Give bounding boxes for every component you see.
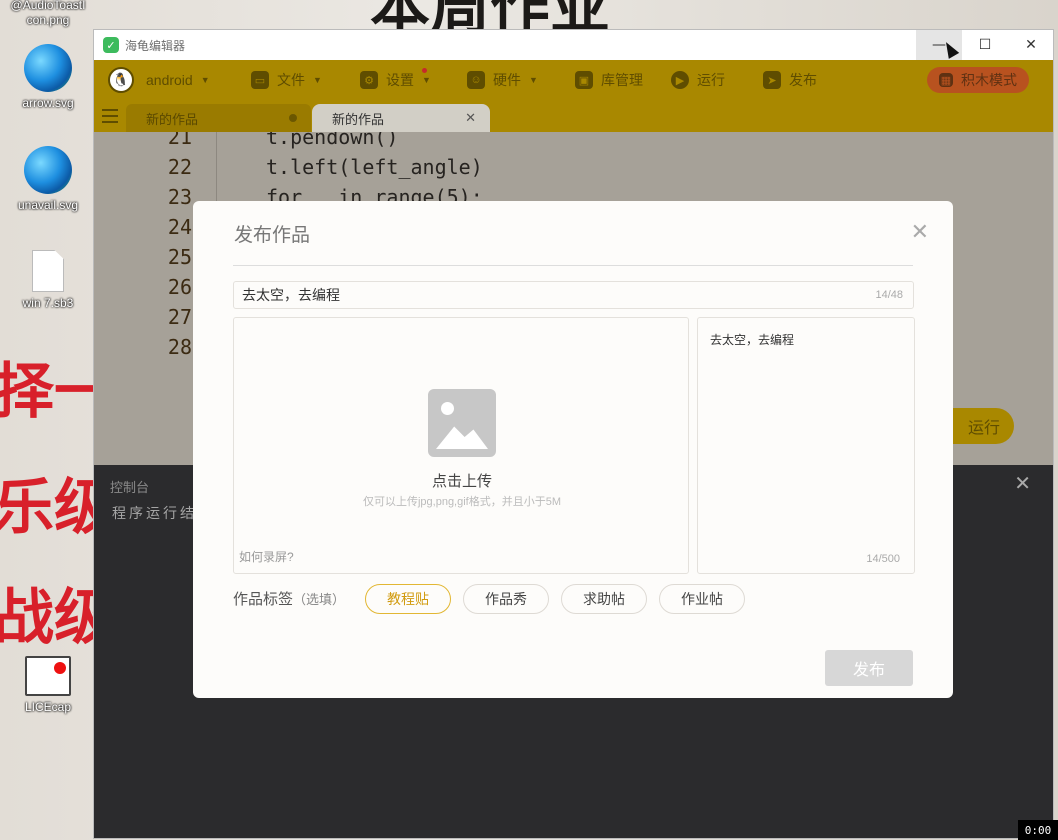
avatar: 🐧 <box>108 67 134 93</box>
robot-icon: ☺ <box>467 71 485 89</box>
settings-menu[interactable]: ⚙ 设置 ▼ <box>360 60 431 100</box>
desktop-icon-licecap[interactable]: LICEcap <box>8 656 88 715</box>
description-value: 去太空，去编程 <box>710 333 795 347</box>
chevron-down-icon: ▼ <box>422 75 431 85</box>
chevron-down-icon: ▼ <box>200 75 210 85</box>
dialog-title: 发布作品 <box>234 225 311 246</box>
hardware-menu-label: 硬件 <box>493 72 521 88</box>
line-number: 24 <box>167 215 192 239</box>
settings-menu-label: 设置 <box>386 72 414 88</box>
title-bar[interactable]: ✓ 海龟编辑器 — ☐ ✕ <box>94 30 1053 60</box>
line-number: 26 <box>167 275 192 299</box>
work-title-value: 去太空，去编程 <box>242 287 340 303</box>
chevron-down-icon: ▼ <box>529 75 538 85</box>
desktop-icon-label: LICEcap <box>24 700 72 714</box>
window-title: 海龟编辑器 <box>125 38 186 53</box>
line-number: 27 <box>167 305 192 329</box>
tag-help[interactable]: 求助帖 <box>561 584 647 614</box>
play-icon: ▶ <box>671 71 689 89</box>
folder-icon: ▭ <box>251 71 269 89</box>
line-number: 22 <box>167 155 192 179</box>
file-icon <box>32 250 64 292</box>
console-output: 程序运行结 <box>112 505 197 521</box>
file-menu-label: 文件 <box>277 72 305 88</box>
tags-label: 作品标签（选填） <box>233 588 345 609</box>
desktop-icon-unavail-svg[interactable]: unavail.svg <box>8 146 88 213</box>
recording-timer: 0:00 <box>1018 820 1058 840</box>
edge-browser-icon <box>24 146 72 194</box>
close-tab-icon[interactable]: ✕ <box>465 110 476 126</box>
tag-homework[interactable]: 作业帖 <box>659 584 745 614</box>
tab-label: 新的作品 <box>146 111 199 127</box>
tags-optional-text: （选填） <box>293 592 346 607</box>
desktop-icon-label: arrow.svg <box>22 96 74 110</box>
licecap-icon <box>25 656 71 696</box>
maximize-button[interactable]: ☐ <box>962 30 1008 60</box>
desktop-icon-win7-sb3[interactable]: win 7.sb3 <box>8 250 88 311</box>
user-menu[interactable]: 🐧 android ▼ <box>108 60 210 100</box>
work-title-input[interactable]: 去太空，去编程 14/48 <box>233 281 914 309</box>
upload-label: 点击上传 <box>431 473 492 490</box>
tab-bar: 新的作品 新的作品 ✕ <box>94 100 1053 132</box>
hamburger-menu-icon[interactable] <box>102 109 118 123</box>
code-line: t.left(left_angle) <box>266 155 483 179</box>
run-label: 运行 <box>697 72 725 88</box>
library-label: 库管理 <box>601 72 643 88</box>
tag-showcase[interactable]: 作品秀 <box>463 584 549 614</box>
publish-dialog: 发布作品 ✕ 去太空，去编程 14/48 点击上传 仅可以上传jpg,png,g… <box>193 201 953 698</box>
line-number: 21 <box>167 132 192 149</box>
description-textarea[interactable]: 去太空，去编程 14/500 <box>697 317 915 574</box>
code-line: t.pendown() <box>266 132 399 149</box>
file-menu[interactable]: ▭ 文件 ▼ <box>251 60 322 100</box>
notification-dot <box>422 68 427 73</box>
package-icon: ▣ <box>575 71 593 89</box>
tags-label-text: 作品标签 <box>233 591 294 608</box>
cover-upload-area[interactable]: 点击上传 仅可以上传jpg,png,gif格式，并且小于5M 如何录屏? <box>233 317 689 574</box>
line-number: 23 <box>167 185 192 209</box>
desktop-icon-label: @AudioToastIcon.png <box>10 0 86 27</box>
image-placeholder-icon <box>428 389 496 457</box>
blocks-icon: ▦ <box>939 73 953 87</box>
block-mode-button[interactable]: ▦ 积木模式 <box>927 67 1029 93</box>
library-button[interactable]: ▣ 库管理 <box>575 60 643 100</box>
desktop-icon-label: win 7.sb3 <box>22 296 74 310</box>
toolbar: 🐧 android ▼ ▭ 文件 ▼ ⚙ 设置 ▼ ☺ 硬件 ▼ ▣ 库管理 ▶… <box>94 60 1053 100</box>
gear-icon: ⚙ <box>360 71 378 89</box>
block-mode-label: 积木模式 <box>961 72 1017 88</box>
tab-new-work-1[interactable]: 新的作品 <box>126 104 311 132</box>
upload-hint: 仅可以上传jpg,png,gif格式，并且小于5M <box>362 496 562 508</box>
close-console-icon[interactable]: ✕ <box>1014 471 1031 496</box>
hardware-menu[interactable]: ☺ 硬件 ▼ <box>467 60 538 100</box>
chevron-down-icon: ▼ <box>313 75 322 85</box>
publish-menu[interactable]: ➤ 发布 <box>763 60 817 100</box>
close-window-button[interactable]: ✕ <box>1008 30 1054 60</box>
turtle-logo-icon: ✓ <box>103 37 119 53</box>
user-name: android <box>146 72 193 88</box>
unsaved-dot-icon <box>289 114 297 122</box>
console-title: 控制台 <box>110 480 150 495</box>
tab-label: 新的作品 <box>332 111 385 127</box>
desktop-icon-audiotoast[interactable]: @AudioToastIcon.png <box>8 0 88 28</box>
description-char-count: 14/500 <box>866 553 900 565</box>
tag-tutorial[interactable]: 教程贴 <box>365 584 451 614</box>
publish-button[interactable]: 发布 <box>825 650 913 686</box>
paper-plane-icon: ➤ <box>763 71 781 89</box>
desktop-icon-arrow-svg[interactable]: arrow.svg <box>8 44 88 111</box>
tab-new-work-2[interactable]: 新的作品 ✕ <box>312 104 490 132</box>
publish-label: 发布 <box>789 72 817 88</box>
close-dialog-icon[interactable]: ✕ <box>911 219 929 245</box>
edge-browser-icon <box>24 44 72 92</box>
desktop-icon-label: unavail.svg <box>17 198 79 212</box>
how-to-record-link[interactable]: 如何录屏? <box>239 548 294 565</box>
divider <box>233 265 913 266</box>
run-button[interactable]: ▶ 运行 <box>671 60 725 100</box>
title-char-count: 14/48 <box>875 289 903 301</box>
line-number: 25 <box>167 245 192 269</box>
line-number: 28 <box>167 335 192 359</box>
